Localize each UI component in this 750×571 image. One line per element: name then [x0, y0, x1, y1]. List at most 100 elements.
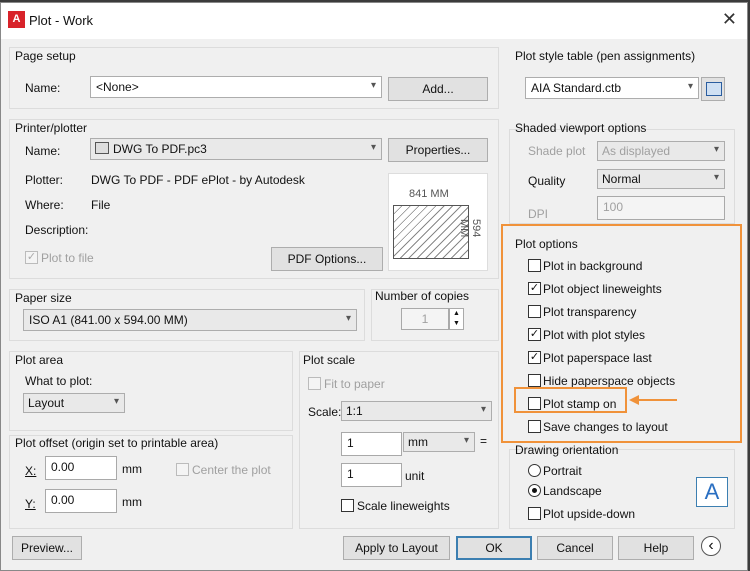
scale-label: Scale: [308, 405, 342, 419]
x-offset-input[interactable]: 0.00 [45, 456, 117, 480]
equals-sign: = [480, 434, 488, 448]
shade-plot-select[interactable]: As displayed ▾ [597, 141, 725, 161]
plot-option-label: Plot object lineweights [543, 282, 662, 296]
chevron-down-icon: ▾ [463, 435, 469, 446]
close-icon[interactable]: ✕ [722, 9, 737, 30]
plot-style-table-header: Plot style table (pen assignments) [515, 49, 696, 63]
help-button[interactable]: Help [618, 536, 694, 560]
plot-option-checkbox[interactable] [528, 374, 541, 387]
scale-unit-value: mm [408, 435, 428, 449]
scale-lineweights-checkbox[interactable] [341, 499, 354, 512]
description-label: Description: [25, 223, 89, 237]
what-to-plot-select[interactable]: Layout ▾ [23, 393, 125, 413]
orientation-header: Drawing orientation [515, 443, 619, 457]
portrait-label: Portrait [543, 464, 582, 478]
chevron-down-icon: ▾ [713, 144, 719, 155]
scale-value2-input[interactable]: 1 [341, 463, 402, 487]
properties-button[interactable]: Properties... [388, 138, 488, 162]
where-value: File [91, 198, 111, 212]
pdf-options-button[interactable]: PDF Options... [271, 247, 383, 271]
plot-style-edit-icon[interactable] [701, 77, 725, 101]
portrait-radio[interactable] [528, 464, 541, 477]
plot-option-checkbox[interactable]: ✓ [528, 351, 541, 364]
x-unit-label: mm [122, 462, 142, 476]
plotter-value: DWG To PDF - PDF ePlot - by Autodesk [91, 173, 305, 187]
cancel-button[interactable]: Cancel [537, 536, 613, 560]
scale-lineweights-label: Scale lineweights [357, 499, 450, 513]
shade-plot-value: As displayed [602, 144, 671, 158]
quality-label: Quality [528, 174, 566, 188]
printer-icon [95, 142, 109, 154]
paper-size-value: ISO A1 (841.00 x 594.00 MM) [29, 313, 188, 327]
copies-input[interactable]: 1 [401, 308, 449, 330]
page-setup-header: Page setup [15, 49, 76, 63]
plot-option-checkbox[interactable] [528, 259, 541, 272]
scale-select[interactable]: 1:1 ▾ [341, 401, 492, 421]
apply-to-layout-button[interactable]: Apply to Layout [343, 536, 450, 560]
plotter-label: Plotter: [25, 173, 64, 187]
fit-to-paper-checkbox[interactable] [308, 377, 321, 390]
scale-unit-select[interactable]: mm ▾ [403, 432, 475, 452]
dpi-label: DPI [528, 207, 549, 221]
chevron-down-icon: ▾ [370, 142, 376, 153]
plot-scale-header: Plot scale [303, 353, 356, 367]
plot-option-checkbox[interactable]: ✓ [528, 282, 541, 295]
shade-plot-label: Shade plot [528, 144, 586, 158]
copies-header: Number of copies [375, 289, 470, 303]
what-to-plot-value: Layout [28, 396, 65, 410]
y-offset-input[interactable]: 0.00 [45, 489, 117, 513]
printer-plotter-header: Printer/plotter [15, 121, 88, 135]
add-button[interactable]: Add... [388, 77, 488, 101]
landscape-label: Landscape [543, 484, 602, 498]
quality-value: Normal [602, 172, 641, 186]
plot-style-table-value: AIA Standard.ctb [531, 81, 622, 95]
printer-name-label: Name: [25, 144, 61, 158]
chevron-down-icon: ▾ [713, 172, 719, 183]
arrow-icon [629, 395, 677, 405]
ok-button[interactable]: OK [456, 536, 532, 560]
plot-option-checkbox[interactable] [528, 420, 541, 433]
y-unit-label: mm [122, 495, 142, 509]
paper-preview: 841 MM 594 MM [388, 173, 488, 271]
plot-to-file-label: Plot to file [41, 251, 94, 265]
autocad-app-icon: A [8, 11, 25, 28]
x-label: X: [25, 464, 37, 478]
plot-style-table-select[interactable]: AIA Standard.ctb ▾ [525, 77, 699, 99]
chevron-down-icon: ▾ [345, 313, 351, 324]
where-label: Where: [25, 198, 64, 212]
plot-options-header: Plot options [515, 237, 578, 251]
plot-option-label: Plot with plot styles [543, 328, 646, 342]
fit-to-paper-label: Fit to paper [324, 377, 385, 391]
quality-select[interactable]: Normal ▾ [597, 169, 725, 189]
plot-area-header: Plot area [15, 353, 64, 367]
preview-button[interactable]: Preview... [12, 536, 82, 560]
plot-upside-down-label: Plot upside-down [543, 507, 636, 521]
page-setup-name-value: <None> [96, 80, 139, 94]
title-bar: A Plot - Work ✕ [1, 3, 747, 39]
scale-value: 1:1 [346, 404, 363, 418]
plot-option-checkbox[interactable] [528, 305, 541, 318]
plot-to-file-checkbox[interactable]: ✓ [25, 251, 38, 264]
what-to-plot-label: What to plot: [25, 374, 93, 388]
paper-size-select[interactable]: ISO A1 (841.00 x 594.00 MM) ▾ [23, 309, 357, 331]
plot-option-label: Plot in background [543, 259, 643, 273]
landscape-radio[interactable] [528, 484, 541, 497]
plot-option-label: Plot paperspace last [543, 351, 652, 365]
back-arrow-icon[interactable]: ‹ [701, 536, 721, 556]
plot-option-label: Save changes to layout [543, 420, 668, 434]
page-setup-name-select[interactable]: <None> ▾ [90, 76, 382, 98]
center-the-plot-checkbox[interactable] [176, 463, 189, 476]
printer-name-value: DWG To PDF.pc3 [113, 142, 207, 156]
y-label: Y: [25, 497, 36, 511]
plot-upside-down-checkbox[interactable] [528, 507, 541, 520]
chevron-down-icon: ▾ [370, 80, 376, 91]
plot-option-label: Hide paperspace objects [543, 374, 676, 388]
window-title: Plot - Work [29, 13, 94, 28]
shaded-viewport-header: Shaded viewport options [515, 121, 647, 135]
plot-option-checkbox[interactable]: ✓ [528, 328, 541, 341]
scale-unit2-label: unit [405, 469, 425, 483]
dpi-input[interactable]: 100 [597, 196, 725, 220]
printer-name-select[interactable]: DWG To PDF.pc3 ▾ [90, 138, 382, 160]
copies-spinner[interactable]: ▲ ▼ [449, 308, 464, 330]
scale-value1-input[interactable]: 1 [341, 432, 402, 456]
